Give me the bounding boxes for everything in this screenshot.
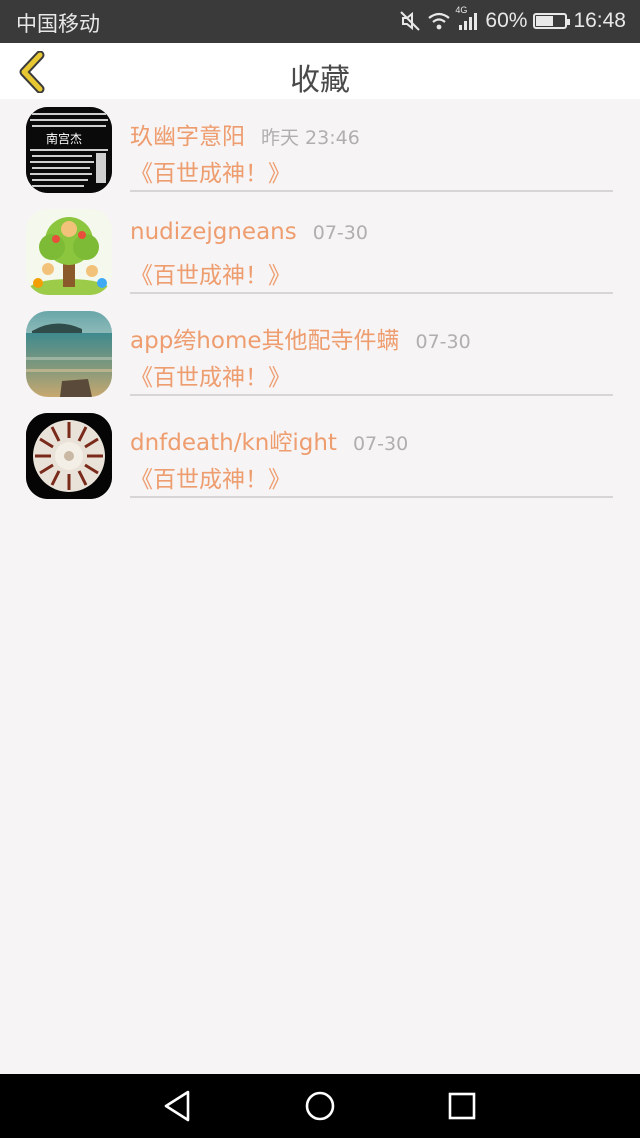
divider — [130, 292, 613, 294]
battery-icon — [533, 13, 571, 29]
list-item[interactable]: dnfdeath/kn崆ight 07-30 《百世成神！》 — [0, 405, 640, 507]
sender-name: nudizejgneans — [130, 219, 297, 245]
list-item[interactable]: app绔home其他配寺件螨 07-30 《百世成神！》 — [0, 303, 640, 405]
battery-percent: 60% — [485, 9, 528, 32]
divider — [130, 394, 613, 396]
item-name: 玖幽字意阳 昨天 23:46 — [130, 117, 360, 151]
title-bar: 收藏 — [0, 43, 640, 99]
item-time: 07-30 — [415, 331, 471, 353]
system-recents-button[interactable] — [442, 1088, 482, 1124]
network-type-label: 4G — [455, 5, 468, 15]
list-item[interactable]: nudizejgneans 07-30 《百世成神！》 — [0, 201, 640, 303]
divider — [130, 496, 613, 498]
home-circle-icon — [305, 1091, 335, 1121]
carrier-label: 中国移动 — [16, 13, 100, 36]
item-subtitle: 《百世成神！》 — [130, 161, 291, 187]
item-subtitle: 《百世成神！》 — [130, 467, 291, 493]
system-back-button[interactable] — [158, 1088, 198, 1124]
item-subtitle: 《百世成神！》 — [130, 263, 291, 289]
back-triangle-icon — [164, 1090, 190, 1122]
text-collage-image: 南宫杰 — [26, 107, 112, 193]
recents-square-icon — [448, 1092, 476, 1120]
status-icons: 4G 60% 16:48 — [399, 5, 626, 35]
signal-icon: 4G — [455, 5, 479, 31]
sender-name: app绔home其他配寺件螨 — [130, 328, 400, 354]
item-name: dnfdeath/kn崆ight 07-30 — [130, 423, 408, 457]
item-name: app绔home其他配寺件螨 07-30 — [130, 321, 471, 355]
item-time: 昨天 23:46 — [261, 127, 360, 149]
page-title: 收藏 — [290, 63, 350, 98]
wifi-icon — [427, 11, 451, 31]
favorites-list: 南宫杰 玖幽字意阳 昨天 23:46 《百世成神！》 nudizejgneans… — [0, 99, 640, 507]
seascape-image — [26, 311, 112, 397]
system-nav-bar — [0, 1074, 640, 1138]
cartoon-tree-image — [26, 209, 112, 295]
avatar — [26, 311, 112, 397]
battery-level — [536, 16, 554, 26]
item-time: 07-30 — [312, 222, 368, 244]
avatar — [26, 413, 112, 499]
list-item[interactable]: 南宫杰 玖幽字意阳 昨天 23:46 《百世成神！》 — [0, 99, 640, 201]
mute-icon — [399, 10, 421, 32]
sender-name: 玖幽字意阳 — [130, 124, 245, 150]
sender-name: dnfdeath/kn崆ight — [130, 430, 337, 456]
system-home-button[interactable] — [300, 1088, 340, 1124]
avatar: 南宫杰 — [26, 107, 112, 193]
clock: 16:48 — [573, 9, 626, 32]
item-name: nudizejgneans 07-30 — [130, 219, 368, 245]
divider — [130, 190, 613, 192]
item-time: 07-30 — [352, 433, 409, 455]
item-subtitle: 《百世成神！》 — [130, 365, 291, 391]
avatar — [26, 209, 112, 295]
shell-pattern-image — [26, 413, 112, 499]
status-bar: 中国移动 4G 60% 16:48 — [0, 0, 640, 43]
avatar-caption: 南宫杰 — [46, 131, 82, 146]
